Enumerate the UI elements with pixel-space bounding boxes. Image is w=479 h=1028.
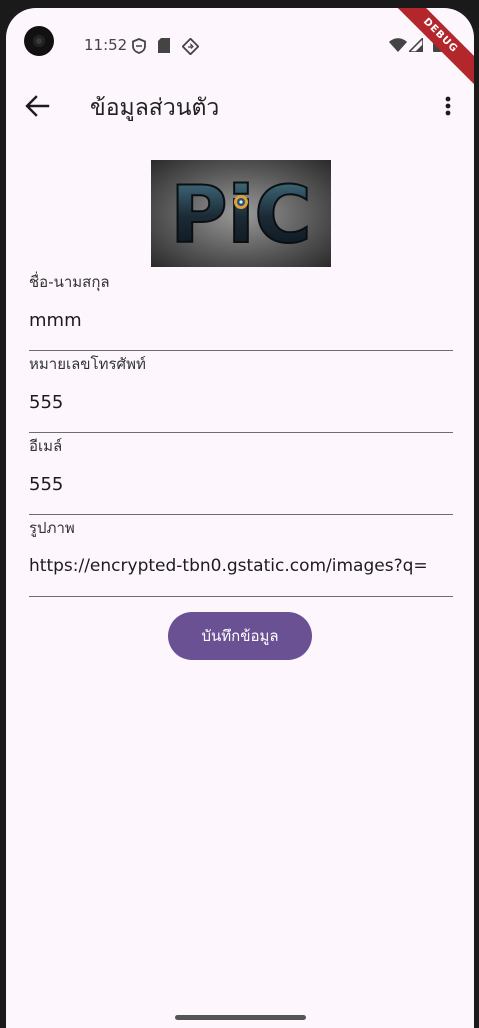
shield-icon: [132, 38, 146, 54]
name-input[interactable]: mmm: [29, 310, 453, 331]
phone-field[interactable]: หมายเลขโทรศัพท์ 555: [29, 352, 453, 434]
sd-card-icon: [158, 38, 170, 53]
phone-screen: 11:52 DEBUG ข้อมูลส่วนตัว PiC ชื่อ-นามสก…: [6, 8, 474, 1028]
home-indicator[interactable]: [175, 1015, 306, 1020]
image-url-underline: [29, 596, 453, 597]
email-label: อีเมล์: [29, 437, 63, 455]
arrow-back-icon[interactable]: [22, 92, 52, 120]
page-title: ข้อมูลส่วนตัว: [90, 95, 220, 121]
email-field[interactable]: อีเมล์ 555: [29, 434, 453, 516]
phone-label: หมายเลขโทรศัพท์: [29, 355, 146, 373]
wifi-icon: [389, 38, 407, 52]
image-url-field[interactable]: รูปภาพ https://encrypted-tbn0.gstatic.co…: [29, 516, 453, 598]
signal-icon: [409, 38, 423, 52]
front-camera: [24, 26, 54, 56]
more-vert-icon[interactable]: [436, 92, 460, 120]
app-bar: ข้อมูลส่วนตัว: [6, 82, 474, 130]
profile-image: PiC: [151, 160, 331, 267]
phone-input[interactable]: 555: [29, 392, 453, 413]
email-underline: [29, 514, 453, 515]
name-field[interactable]: ชื่อ-นามสกุล mmm: [29, 270, 453, 352]
name-underline: [29, 350, 453, 351]
image-url-input[interactable]: https://encrypted-tbn0.gstatic.com/image…: [29, 556, 453, 576]
profile-image-text: PiC: [170, 171, 311, 261]
location-icon: [182, 38, 199, 55]
email-input[interactable]: 555: [29, 474, 453, 495]
name-label: ชื่อ-นามสกุล: [29, 273, 110, 291]
save-button[interactable]: บันทึกข้อมูล: [168, 612, 312, 660]
status-time: 11:52: [84, 36, 128, 54]
phone-underline: [29, 432, 453, 433]
status-bar: 11:52 DEBUG: [6, 8, 474, 93]
image-url-label: รูปภาพ: [29, 519, 75, 537]
